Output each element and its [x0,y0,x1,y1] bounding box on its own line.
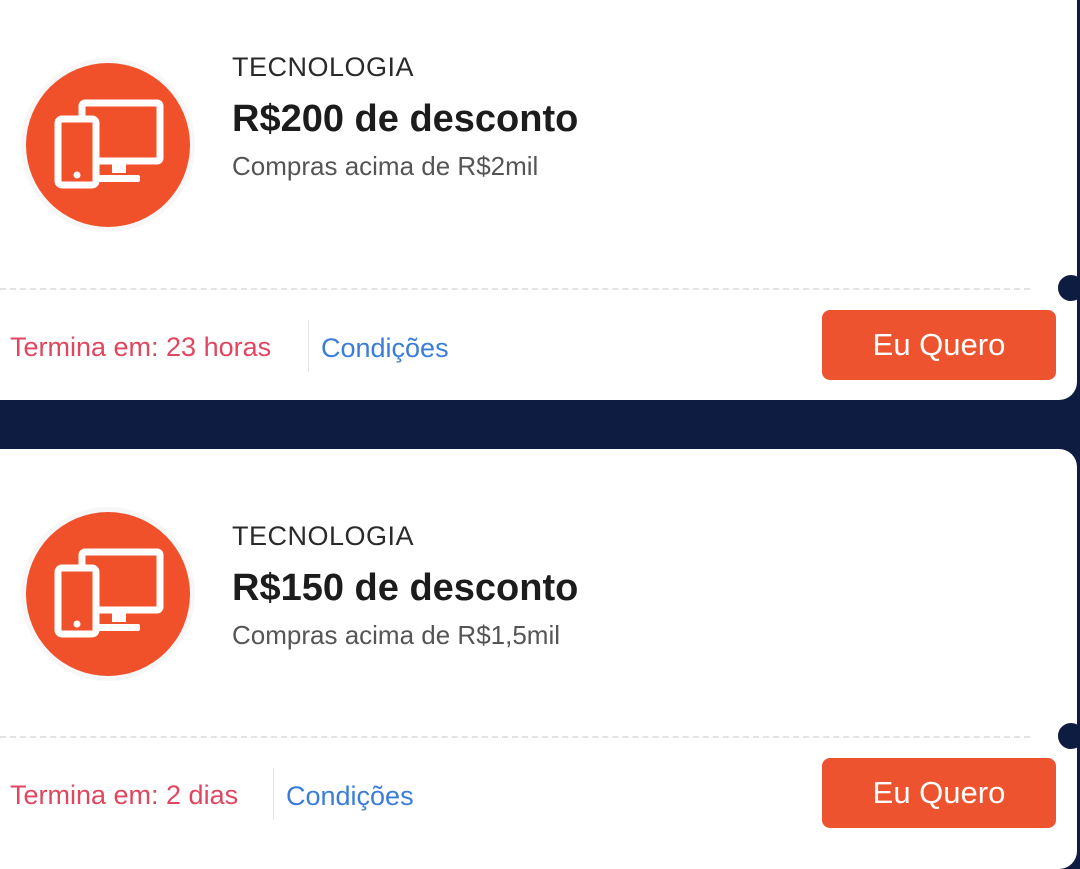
ticket-notch [1055,720,1077,752]
devices-icon [54,548,164,638]
coupon-category: TECNOLOGIA [232,521,415,551]
coupon-title: R$150 de desconto [232,567,579,609]
expiry-text: Termina em: 23 horas [10,332,272,362]
coupon-title: R$200 de desconto [232,98,579,140]
coupon-condition-text: Compras acima de R$2mil [232,151,539,181]
devices-icon [54,99,164,189]
coupon-card: TECNOLOGIA R$200 de desconto Compras aci… [0,0,1077,400]
expiry-text: Termina em: 2 dias [10,780,239,810]
ticket-notch [1055,272,1077,304]
coupon-condition-text: Compras acima de R$1,5mil [232,620,561,650]
eu-quero-button[interactable]: Eu Quero [822,758,1056,828]
conditions-link[interactable]: Condições [286,781,414,812]
category-icon-badge [26,512,190,676]
dashed-divider [0,288,1030,290]
footer-separator [308,320,309,372]
category-icon-badge [26,63,190,227]
dashed-divider [0,736,1030,738]
conditions-link[interactable]: Condições [321,333,449,364]
coupon-card: TECNOLOGIA R$150 de desconto Compras aci… [0,449,1077,869]
footer-separator [273,768,274,820]
eu-quero-button[interactable]: Eu Quero [822,310,1056,380]
coupon-category: TECNOLOGIA [232,52,415,82]
